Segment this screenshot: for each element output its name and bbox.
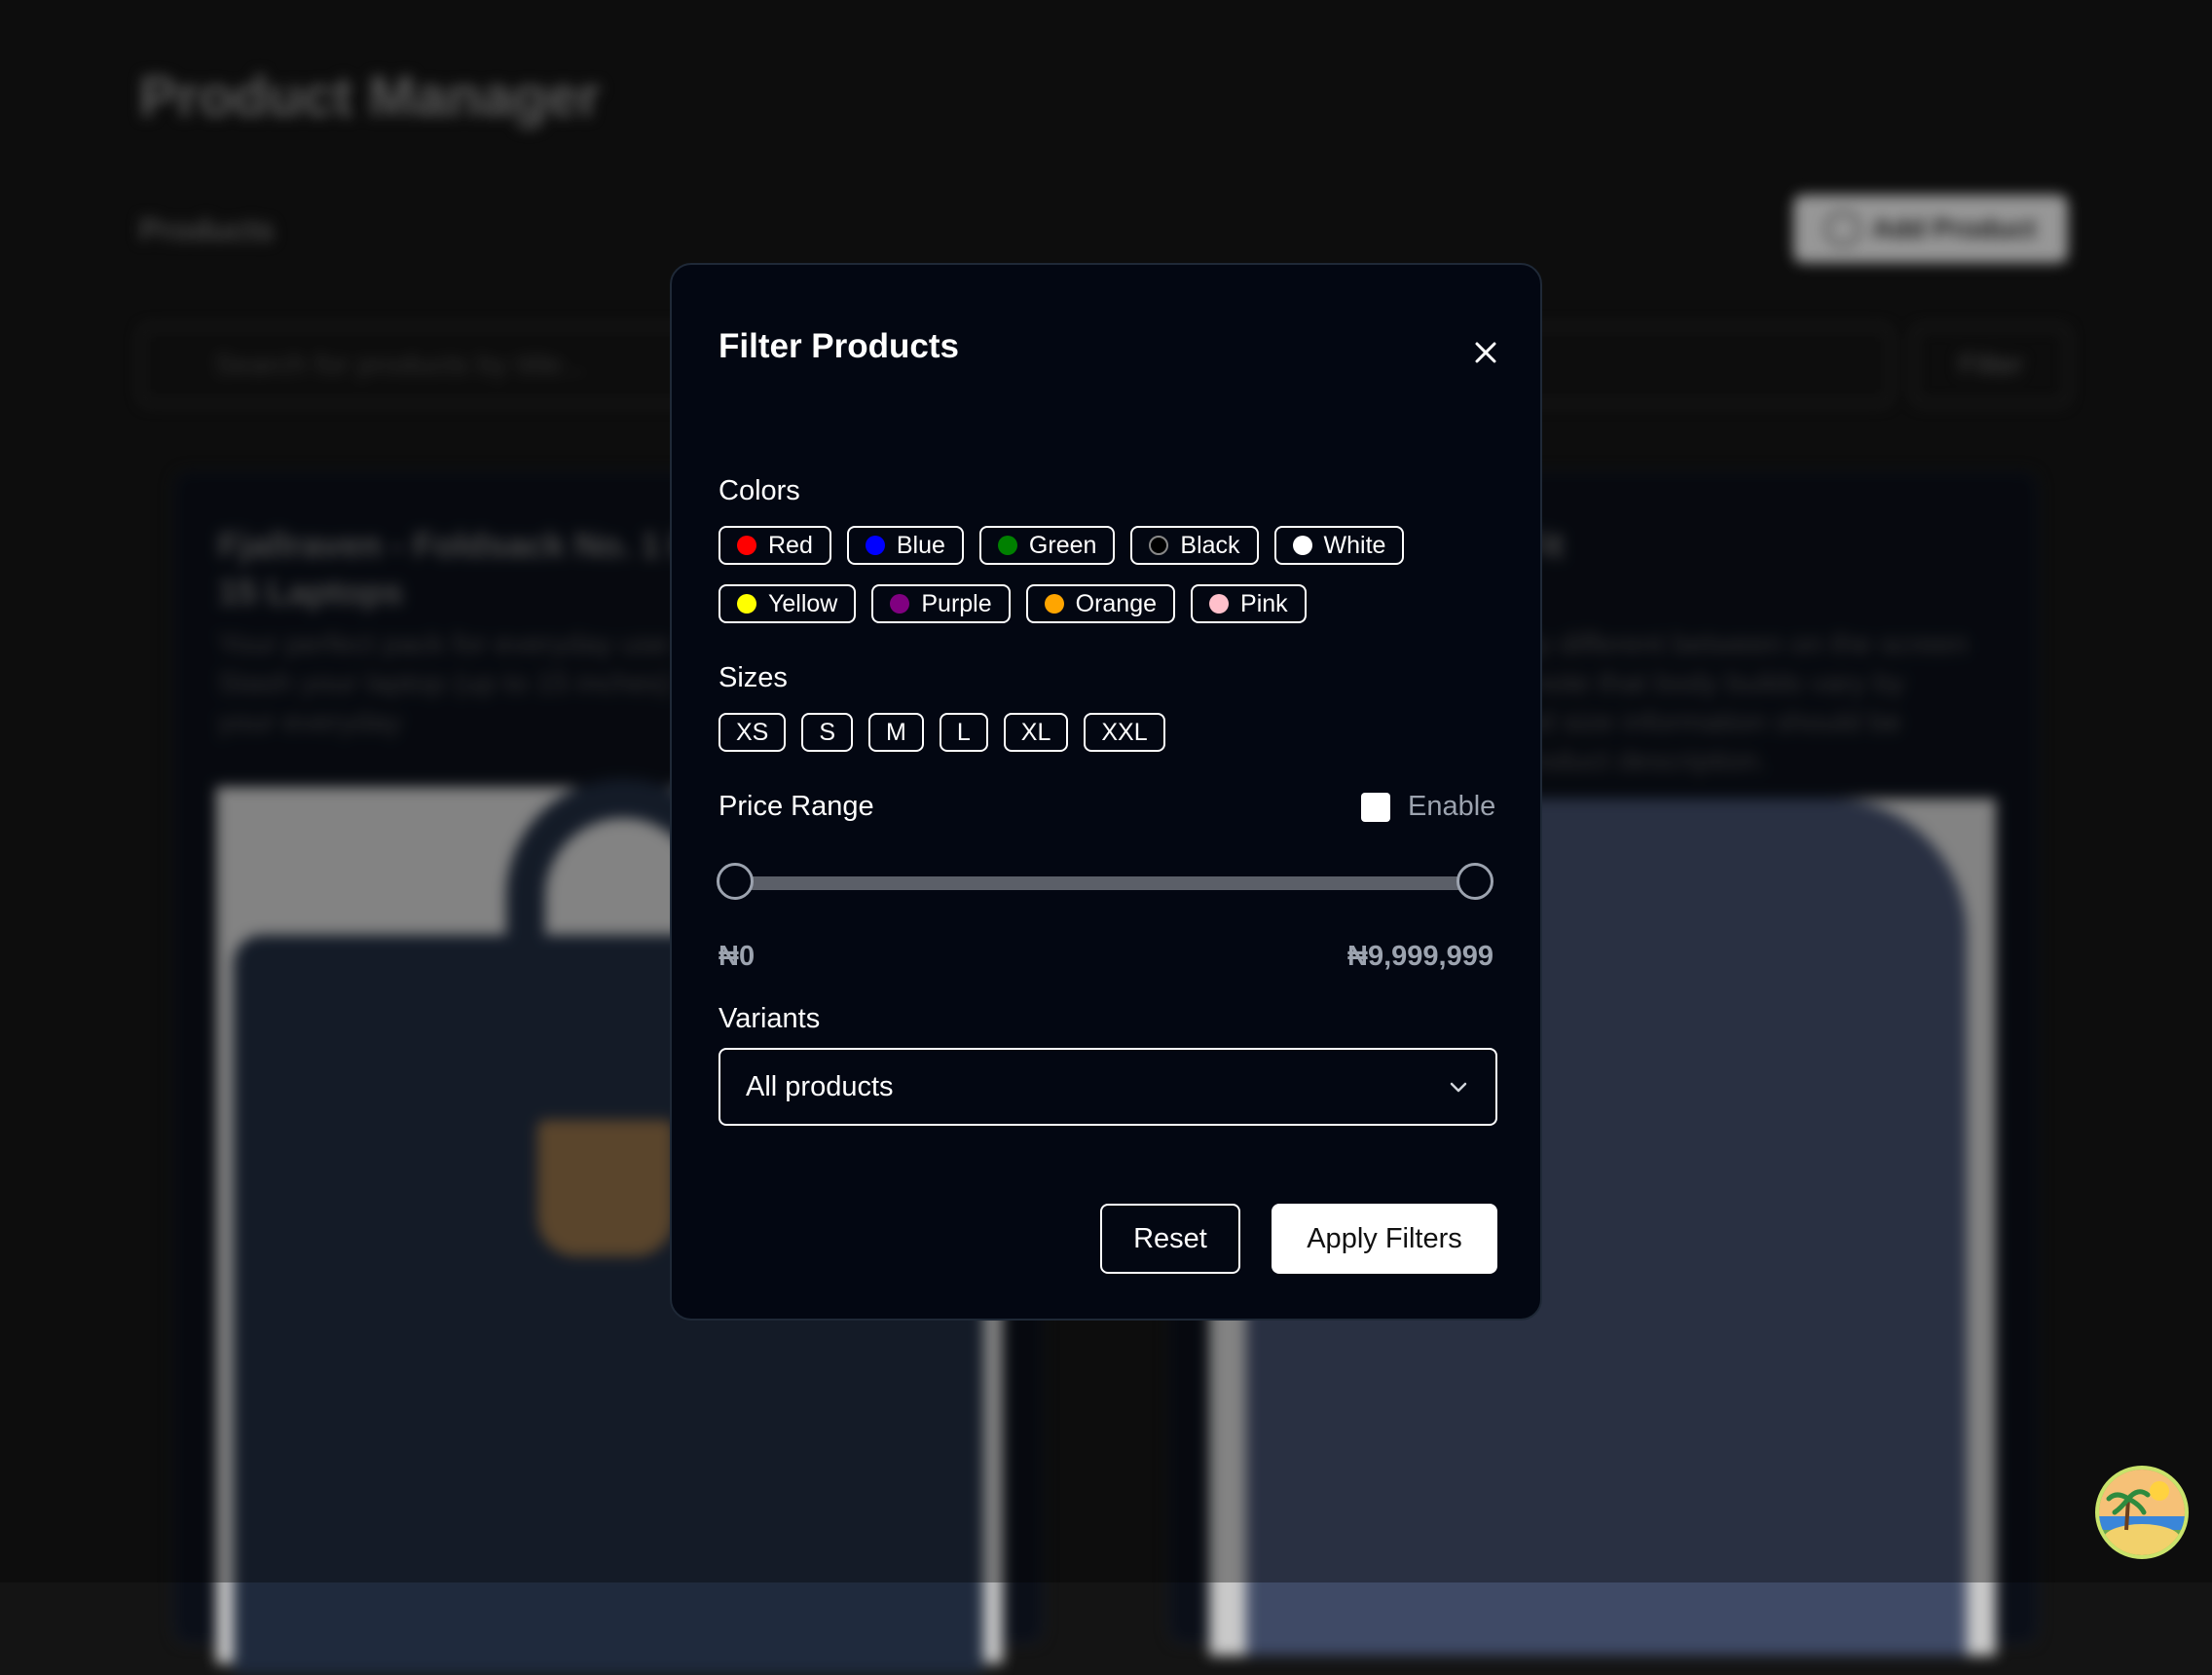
color-dot-purple (890, 594, 910, 614)
color-label: Yellow (768, 589, 838, 617)
color-label: White (1323, 531, 1386, 559)
beach-avatar-icon (2099, 1470, 2185, 1555)
enable-label: Enable (1408, 791, 1496, 822)
color-chip-pink[interactable]: Pink (1191, 584, 1307, 623)
color-dot-orange (1044, 594, 1064, 614)
color-label: Blue (896, 531, 945, 559)
color-chip-row-2: Yellow Purple Orange Pink (719, 584, 1307, 623)
color-label: Orange (1075, 589, 1158, 617)
color-label: Green (1028, 531, 1097, 559)
price-range-label: Price Range (719, 791, 874, 822)
size-chip-xl[interactable]: XL (1003, 713, 1069, 752)
size-chip-row: XS S M L XL XXL (719, 713, 1165, 752)
color-chip-orange[interactable]: Orange (1025, 584, 1176, 623)
color-label: Pink (1240, 589, 1288, 617)
price-enable-toggle[interactable]: Enable (1361, 791, 1495, 823)
color-chip-red[interactable]: Red (719, 526, 831, 565)
colors-label: Colors (719, 475, 800, 506)
reset-button[interactable]: Reset (1100, 1204, 1240, 1274)
close-icon (1475, 342, 1496, 363)
price-enable-checkbox[interactable] (1361, 792, 1390, 822)
color-chip-yellow[interactable]: Yellow (719, 584, 857, 623)
color-chip-blue[interactable]: Blue (846, 526, 964, 565)
color-dot-red (737, 536, 756, 555)
color-label: Black (1180, 531, 1240, 559)
size-chip-s[interactable]: S (801, 713, 854, 752)
chevron-down-icon (1450, 1082, 1467, 1093)
color-dot-white (1292, 536, 1312, 555)
price-slider-track[interactable] (730, 876, 1482, 890)
color-dot-black (1149, 536, 1169, 555)
color-dot-pink (1209, 594, 1230, 614)
variants-label: Variants (719, 1003, 821, 1034)
color-dot-green (997, 536, 1017, 555)
sizes-label: Sizes (719, 662, 788, 693)
size-chip-xxl[interactable]: XXL (1084, 713, 1165, 752)
close-button[interactable] (1466, 333, 1505, 372)
size-chip-xs[interactable]: XS (719, 713, 787, 752)
dialog-title: Filter Products (719, 327, 959, 365)
variants-select[interactable]: All products (719, 1048, 1497, 1126)
price-slider-max-thumb[interactable] (1456, 863, 1493, 900)
color-chip-purple[interactable]: Purple (871, 584, 1011, 623)
color-chip-row-1: Red Blue Green Black White (719, 526, 1405, 565)
price-slider-min-thumb[interactable] (717, 863, 754, 900)
color-label: Red (768, 531, 813, 559)
apply-filters-button[interactable]: Apply Filters (1272, 1204, 1497, 1274)
floating-avatar-button[interactable] (2095, 1466, 2189, 1559)
price-max-value: ₦9,999,999 (1347, 941, 1493, 972)
color-label: Purple (921, 589, 992, 617)
filter-dialog: Filter Products Colors Red Blue Green Bl… (670, 263, 1542, 1321)
variants-selected-value: All products (746, 1070, 894, 1102)
color-dot-blue (865, 536, 885, 555)
color-chip-white[interactable]: White (1273, 526, 1405, 565)
size-chip-l[interactable]: L (939, 713, 988, 752)
size-chip-m[interactable]: M (868, 713, 924, 752)
color-chip-green[interactable]: Green (978, 526, 1116, 565)
color-dot-yellow (737, 594, 756, 614)
price-min-value: ₦0 (719, 941, 756, 972)
color-chip-black[interactable]: Black (1130, 526, 1259, 565)
